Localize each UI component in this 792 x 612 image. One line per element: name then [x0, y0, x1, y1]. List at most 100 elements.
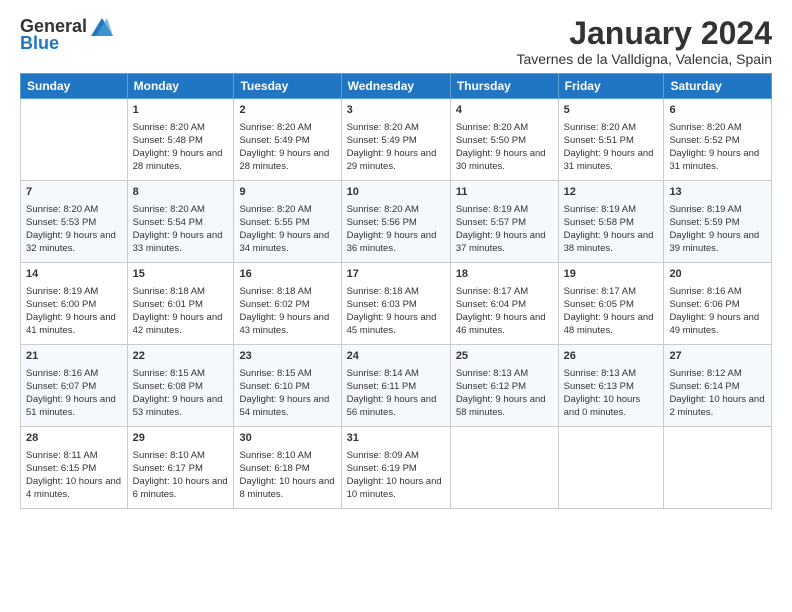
- day-number: 13: [669, 185, 766, 200]
- calendar-cell: 31Sunrise: 8:09 AMSunset: 6:19 PMDayligh…: [341, 427, 450, 509]
- sunrise-text: Sunrise: 8:20 AM: [133, 203, 229, 216]
- day-number: 29: [133, 431, 229, 446]
- location-subtitle: Tavernes de la Valldigna, Valencia, Spai…: [516, 51, 772, 67]
- sunset-text: Sunset: 6:12 PM: [456, 380, 553, 393]
- weekday-header-thursday: Thursday: [450, 74, 558, 99]
- day-number: 17: [347, 267, 445, 282]
- daylight-text: Daylight: 10 hours and 8 minutes.: [239, 475, 335, 502]
- sunset-text: Sunset: 6:14 PM: [669, 380, 766, 393]
- sunrise-text: Sunrise: 8:19 AM: [669, 203, 766, 216]
- title-block: January 2024 Tavernes de la Valldigna, V…: [516, 16, 772, 67]
- calendar-cell: 9Sunrise: 8:20 AMSunset: 5:55 PMDaylight…: [234, 181, 341, 263]
- daylight-text: Daylight: 9 hours and 45 minutes.: [347, 311, 445, 338]
- calendar-cell: 8Sunrise: 8:20 AMSunset: 5:54 PMDaylight…: [127, 181, 234, 263]
- sunrise-text: Sunrise: 8:13 AM: [456, 367, 553, 380]
- calendar-week-row: 21Sunrise: 8:16 AMSunset: 6:07 PMDayligh…: [21, 345, 772, 427]
- sunrise-text: Sunrise: 8:15 AM: [239, 367, 335, 380]
- day-number: 14: [26, 267, 122, 282]
- sunset-text: Sunset: 6:02 PM: [239, 298, 335, 311]
- calendar-cell: [21, 99, 128, 181]
- calendar-cell: 13 Sunrise: 8:19 AMSunset: 5:59 PMDayligh…: [664, 181, 772, 263]
- sunset-text: Sunset: 5:56 PM: [347, 216, 445, 229]
- day-number: 2: [239, 103, 335, 118]
- calendar-cell: 28Sunrise: 8:11 AMSunset: 6:15 PMDayligh…: [21, 427, 128, 509]
- sunrise-text: Sunrise: 8:19 AM: [26, 285, 122, 298]
- daylight-text: Daylight: 10 hours and 0 minutes.: [564, 393, 659, 420]
- daylight-text: Daylight: 10 hours and 4 minutes.: [26, 475, 122, 502]
- sunrise-text: Sunrise: 8:13 AM: [564, 367, 659, 380]
- day-number: 20: [669, 267, 766, 282]
- daylight-text: Daylight: 9 hours and 37 minutes.: [456, 229, 553, 256]
- daylight-text: Daylight: 9 hours and 30 minutes.: [456, 147, 553, 174]
- sunset-text: Sunset: 5:59 PM: [669, 216, 766, 229]
- daylight-text: Daylight: 9 hours and 58 minutes.: [456, 393, 553, 420]
- sunset-text: Sunset: 6:06 PM: [669, 298, 766, 311]
- sunset-text: Sunset: 5:58 PM: [564, 216, 659, 229]
- sunset-text: Sunset: 6:01 PM: [133, 298, 229, 311]
- day-number: 15: [133, 267, 229, 282]
- sunrise-text: Sunrise: 8:09 AM: [347, 449, 445, 462]
- day-number: 9: [239, 185, 335, 200]
- sunrise-text: Sunrise: 8:20 AM: [456, 121, 553, 134]
- sunrise-text: Sunrise: 8:20 AM: [133, 121, 229, 134]
- sunset-text: Sunset: 6:19 PM: [347, 462, 445, 475]
- sunrise-text: Sunrise: 8:19 AM: [456, 203, 553, 216]
- calendar-cell: 23Sunrise: 8:15 AMSunset: 6:10 PMDayligh…: [234, 345, 341, 427]
- sunrise-text: Sunrise: 8:12 AM: [669, 367, 766, 380]
- sunset-text: Sunset: 6:10 PM: [239, 380, 335, 393]
- daylight-text: Daylight: 9 hours and 51 minutes.: [26, 393, 122, 420]
- calendar-cell: 4Sunrise: 8:20 AMSunset: 5:50 PMDaylight…: [450, 99, 558, 181]
- weekday-header-row: SundayMondayTuesdayWednesdayThursdayFrid…: [21, 74, 772, 99]
- day-number: 16: [239, 267, 335, 282]
- sunrise-text: Sunrise: 8:16 AM: [26, 367, 122, 380]
- calendar-cell: 12Sunrise: 8:19 AMSunset: 5:58 PMDayligh…: [558, 181, 664, 263]
- day-number: 5: [564, 103, 659, 118]
- day-number: 18: [456, 267, 553, 282]
- sunrise-text: Sunrise: 8:17 AM: [456, 285, 553, 298]
- sunrise-text: Sunrise: 8:20 AM: [239, 203, 335, 216]
- daylight-text: Daylight: 9 hours and 46 minutes.: [456, 311, 553, 338]
- calendar-cell: 27Sunrise: 8:12 AMSunset: 6:14 PMDayligh…: [664, 345, 772, 427]
- sunset-text: Sunset: 5:50 PM: [456, 134, 553, 147]
- daylight-text: Daylight: 9 hours and 48 minutes.: [564, 311, 659, 338]
- page: General Blue January 2024 Tavernes de la…: [0, 0, 792, 525]
- calendar-cell: 16Sunrise: 8:18 AMSunset: 6:02 PMDayligh…: [234, 263, 341, 345]
- calendar-cell: 19Sunrise: 8:17 AMSunset: 6:05 PMDayligh…: [558, 263, 664, 345]
- sunrise-text: Sunrise: 8:18 AM: [347, 285, 445, 298]
- sunrise-text: Sunrise: 8:20 AM: [347, 121, 445, 134]
- calendar-cell: 24Sunrise: 8:14 AMSunset: 6:11 PMDayligh…: [341, 345, 450, 427]
- calendar-week-row: 1Sunrise: 8:20 AMSunset: 5:48 PMDaylight…: [21, 99, 772, 181]
- day-number: 24: [347, 349, 445, 364]
- calendar-cell: 3Sunrise: 8:20 AMSunset: 5:49 PMDaylight…: [341, 99, 450, 181]
- sunrise-text: Sunrise: 8:20 AM: [239, 121, 335, 134]
- calendar-week-row: 7Sunrise: 8:20 AMSunset: 5:53 PMDaylight…: [21, 181, 772, 263]
- day-number: 28: [26, 431, 122, 446]
- sunrise-text: Sunrise: 8:19 AM: [564, 203, 659, 216]
- daylight-text: Daylight: 9 hours and 28 minutes.: [133, 147, 229, 174]
- daylight-text: Daylight: 10 hours and 6 minutes.: [133, 475, 229, 502]
- daylight-text: Daylight: 9 hours and 49 minutes.: [669, 311, 766, 338]
- sunrise-text: Sunrise: 8:10 AM: [133, 449, 229, 462]
- sunset-text: Sunset: 6:15 PM: [26, 462, 122, 475]
- sunset-text: Sunset: 5:49 PM: [239, 134, 335, 147]
- sunset-text: Sunset: 5:52 PM: [669, 134, 766, 147]
- day-number: 27: [669, 349, 766, 364]
- logo-icon: [91, 18, 113, 36]
- calendar-week-row: 14Sunrise: 8:19 AMSunset: 6:00 PMDayligh…: [21, 263, 772, 345]
- calendar-cell: 25Sunrise: 8:13 AMSunset: 6:12 PMDayligh…: [450, 345, 558, 427]
- calendar-table: SundayMondayTuesdayWednesdayThursdayFrid…: [20, 73, 772, 509]
- daylight-text: Daylight: 9 hours and 42 minutes.: [133, 311, 229, 338]
- daylight-text: Daylight: 9 hours and 33 minutes.: [133, 229, 229, 256]
- sunset-text: Sunset: 6:03 PM: [347, 298, 445, 311]
- calendar-cell: 7Sunrise: 8:20 AMSunset: 5:53 PMDaylight…: [21, 181, 128, 263]
- sunset-text: Sunset: 5:57 PM: [456, 216, 553, 229]
- calendar-cell: 18Sunrise: 8:17 AMSunset: 6:04 PMDayligh…: [450, 263, 558, 345]
- weekday-header-wednesday: Wednesday: [341, 74, 450, 99]
- calendar-cell: [450, 427, 558, 509]
- day-number: 11: [456, 185, 553, 200]
- daylight-text: Daylight: 9 hours and 36 minutes.: [347, 229, 445, 256]
- sunrise-text: Sunrise: 8:18 AM: [133, 285, 229, 298]
- sunset-text: Sunset: 6:18 PM: [239, 462, 335, 475]
- daylight-text: Daylight: 9 hours and 39 minutes.: [669, 229, 766, 256]
- day-number: 10: [347, 185, 445, 200]
